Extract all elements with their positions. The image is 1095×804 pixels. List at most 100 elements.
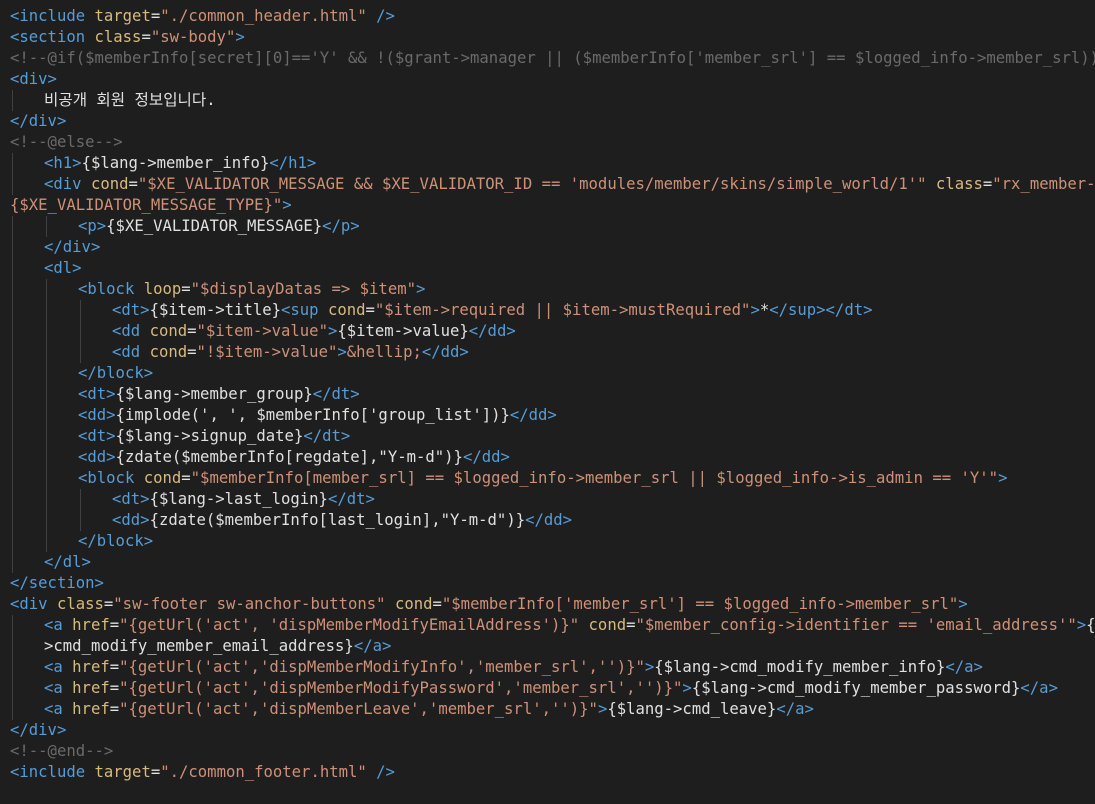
code-token-tag: >: [327, 322, 338, 340]
code-line[interactable]: <p>{$XE_VALIDATOR_MESSAGE}</p>: [0, 216, 1095, 237]
code-token-tag: >: [235, 28, 245, 46]
code-token-attr: cond: [394, 595, 433, 613]
code-token-tag: >: [597, 700, 608, 718]
code-token-txt: {$lang->member_info}: [81, 154, 270, 172]
code-line[interactable]: <dt>{$lang->member_group}</dt>: [0, 384, 1095, 405]
code-token-tag: <a: [44, 700, 73, 718]
code-line[interactable]: <h1>{$lang->member_info}</h1>: [0, 153, 1095, 174]
code-token-attr: class: [935, 175, 983, 193]
code-line[interactable]: <block cond="$memberInfo[member_srl] == …: [0, 468, 1095, 489]
code-line[interactable]: <div class="sw-footer sw-anchor-buttons"…: [0, 594, 1095, 615]
code-line[interactable]: >cmd_modify_member_email_address}</a>: [0, 636, 1095, 657]
code-token-tag: </dd>: [421, 343, 469, 361]
code-token-attr: cond: [149, 343, 188, 361]
code-line[interactable]: <dt>{$lang->signup_date}</dt>: [0, 426, 1095, 447]
code-token-str: "./common_footer.html": [160, 763, 367, 781]
indent-guide: [12, 384, 13, 405]
code-token-attr: href: [72, 658, 110, 676]
code-token-tag: </dt>: [327, 490, 375, 508]
code-token-txt: {zdate($memberInfo[regdate],"Y-m-d")}: [115, 448, 463, 466]
code-line[interactable]: <dd>{implode(', ', $memberInfo['group_li…: [0, 405, 1095, 426]
code-token-tag: </sup></dt>: [769, 301, 873, 319]
code-token-txt: =: [181, 469, 191, 487]
code-token-txt: 비공개 회원 정보입니다.: [44, 91, 216, 109]
indent-guide: [46, 510, 47, 531]
indent-guide: [12, 468, 13, 489]
code-token-cmt: <!--@end-->: [10, 742, 114, 760]
code-line[interactable]: <dd>{zdate($memberInfo[last_login],"Y-m-…: [0, 510, 1095, 531]
code-token-tag: </a>: [1020, 679, 1058, 697]
code-token-tag: </block>: [78, 532, 154, 550]
code-token-txt: =: [150, 763, 161, 781]
code-line[interactable]: </block>: [0, 363, 1095, 384]
code-token-tag: </a>: [776, 700, 814, 718]
code-token-tag: <include: [10, 7, 95, 25]
code-token-txt: =: [141, 28, 151, 46]
code-editor[interactable]: <include target="./common_header.html" /…: [0, 0, 1095, 804]
code-token-tag: <block: [78, 280, 144, 298]
code-token-tag: <sup: [281, 301, 328, 319]
code-token-attr: target: [94, 763, 151, 781]
code-token-tag: </dd>: [509, 406, 557, 424]
code-line[interactable]: <dd cond="$item->value">{$item->value}</…: [0, 321, 1095, 342]
code-token-txt: =: [109, 700, 120, 718]
code-line[interactable]: </dl>: [0, 552, 1095, 573]
code-line[interactable]: {$XE_VALIDATOR_MESSAGE_TYPE}">: [0, 195, 1095, 216]
code-token-txt: {$lang->cmd_modify_member_password}: [691, 679, 1021, 697]
code-line[interactable]: <a href="{getUrl('act','dispMemberLeave'…: [0, 699, 1095, 720]
code-token-tag: >: [282, 196, 292, 214]
indent-guide: [12, 405, 13, 426]
code-token-tag: <include: [10, 763, 95, 781]
code-line[interactable]: <a href="{getUrl('act','dispMemberModify…: [0, 657, 1095, 678]
code-token-attr: cond: [149, 322, 188, 340]
code-line[interactable]: <!--@else-->: [0, 132, 1095, 153]
code-token-tag: <div: [44, 175, 91, 193]
indent-guide: [46, 447, 47, 468]
indent-guide: [12, 258, 13, 279]
code-token-tag: <section: [10, 28, 95, 46]
indent-guide: [12, 300, 13, 321]
code-line[interactable]: <include target="./common_header.html" /…: [0, 6, 1095, 27]
code-line[interactable]: <dt>{$lang->last_login}</dt>: [0, 489, 1095, 510]
code-line[interactable]: <!--@if($memberInfo[secret][0]=='Y' && !…: [0, 48, 1095, 69]
code-token-tag: <dd: [112, 322, 150, 340]
code-line[interactable]: <dd>{zdate($memberInfo[regdate],"Y-m-d")…: [0, 447, 1095, 468]
code-line[interactable]: </block>: [0, 531, 1095, 552]
indent-guide: [46, 384, 47, 405]
code-token-tag: <dd>: [78, 448, 116, 466]
indent-guide: [46, 363, 47, 384]
code-line[interactable]: <dl>: [0, 258, 1095, 279]
code-line[interactable]: <dd cond="!$item->value">&hellip;</dd>: [0, 342, 1095, 363]
code-token-str: "sw-footer sw-anchor-buttons": [113, 595, 386, 613]
code-line[interactable]: <div>: [0, 69, 1095, 90]
indent-guide: [46, 489, 47, 510]
code-line[interactable]: <section class="sw-body">: [0, 27, 1095, 48]
code-line[interactable]: <a href="{getUrl('act', 'dispMemberModif…: [0, 615, 1095, 636]
code-line[interactable]: <a href="{getUrl('act','dispMemberModify…: [0, 678, 1095, 699]
code-token-tag: >: [958, 595, 968, 613]
code-line[interactable]: <include target="./common_footer.html" /…: [0, 762, 1095, 783]
code-line[interactable]: <dt>{$item->title}<sup cond="$item->requ…: [0, 300, 1095, 321]
indent-guide: [46, 342, 47, 363]
code-token-txt: =: [103, 595, 114, 613]
code-line[interactable]: 비공개 회원 정보입니다.: [0, 90, 1095, 111]
code-token-cmt: <!--@else-->: [10, 133, 123, 151]
code-line[interactable]: <block loop="$displayDatas => $item">: [0, 279, 1095, 300]
indent-guide: [12, 657, 13, 678]
indent-guide: [46, 468, 47, 489]
code-token-txt: >cmd_modify_member_email_address}: [44, 637, 354, 655]
code-line[interactable]: <!--@end-->: [0, 741, 1095, 762]
code-line[interactable]: </div>: [0, 111, 1095, 132]
code-token-tag: <dd: [112, 343, 150, 361]
indent-guide: [12, 321, 13, 342]
indent-guide: [12, 447, 13, 468]
code-line[interactable]: </section>: [0, 573, 1095, 594]
code-token-txt: =: [181, 280, 191, 298]
code-line[interactable]: </div>: [0, 720, 1095, 741]
code-token-txt: =: [187, 343, 197, 361]
indent-guide: [12, 90, 13, 111]
code-token-txt: {zdate($memberInfo[last_login],"Y-m-d")}: [149, 511, 526, 529]
code-line[interactable]: <div cond="$XE_VALIDATOR_MESSAGE && $XE_…: [0, 174, 1095, 195]
code-line[interactable]: </div>: [0, 237, 1095, 258]
